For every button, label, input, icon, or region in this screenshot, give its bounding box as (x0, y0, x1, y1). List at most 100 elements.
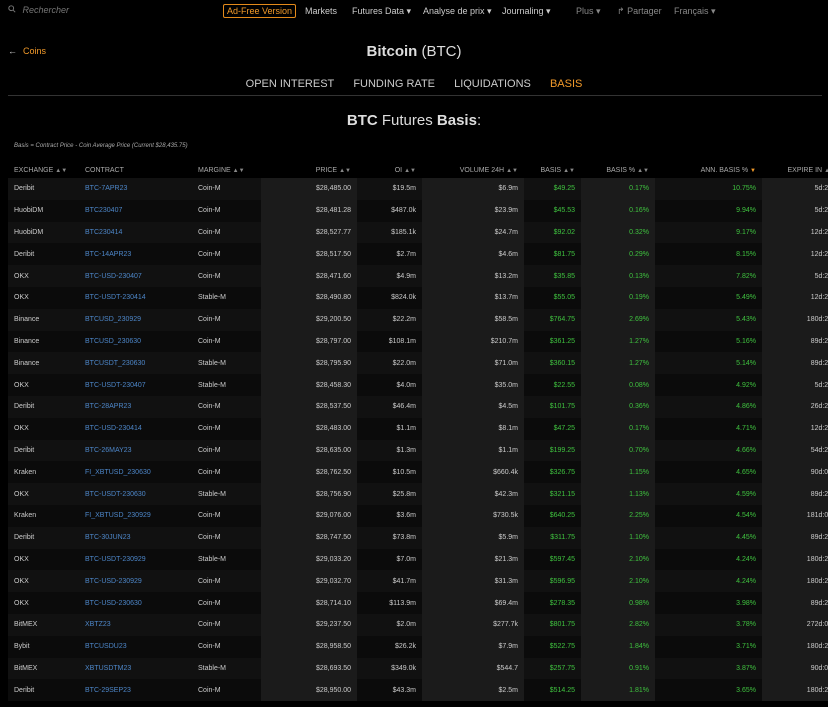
table-row: Deribit BTC-29SEP23 Coin-M $28,950.00 $43.3m… (8, 679, 828, 702)
cell-expire-in: 180d:21h (762, 679, 828, 702)
tab-open-interest[interactable]: OPEN INTEREST (246, 78, 335, 90)
cell-exchange: BitMEX (8, 657, 79, 680)
cell-volume-24h: $5.9m (422, 526, 524, 549)
tab-liquidations[interactable]: LIQUIDATIONS (454, 78, 531, 90)
cell-ann-basis-pct: 4.24% (655, 570, 762, 593)
column-header-contract[interactable]: CONTRACT (79, 163, 192, 178)
cell-contract[interactable]: BTC-30JUN23 (79, 526, 192, 549)
column-header-volume-24h[interactable]: VOLUME 24H ▲▼ (422, 163, 524, 178)
cell-expire-in: 89d:21h (762, 483, 828, 505)
nav-analyse-de-prix[interactable]: Analyse de prix ▾ (423, 6, 492, 17)
cell-contract[interactable]: BTC-USDT-230414 (79, 286, 192, 309)
cell-contract[interactable]: XBTZ23 (79, 613, 192, 636)
cell-margine: Stable-M (192, 548, 261, 571)
cell-contract[interactable]: FI_XBTUSD_230630 (79, 461, 192, 484)
column-header-ann-basis-pct[interactable]: ANN. BASIS % ▼ (655, 163, 762, 178)
share-button[interactable]: ↱ Partager (617, 6, 662, 17)
cell-basis: $326.75 (524, 461, 581, 484)
nav-markets[interactable]: Markets (305, 6, 337, 16)
cell-oi: $4.0m (357, 374, 422, 396)
column-header-margine[interactable]: MARGINE ▲▼ (192, 163, 261, 178)
cell-exchange: HuobiDM (8, 221, 79, 244)
cell-price: $28,795.90 (261, 352, 357, 375)
cell-contract[interactable]: BTC-USD-230929 (79, 570, 192, 593)
cell-basis: $361.25 (524, 330, 581, 353)
column-header-expire-in[interactable]: EXPIRE IN▲▼ (762, 163, 828, 178)
tab-funding-rate[interactable]: FUNDING RATE (353, 78, 435, 90)
cell-basis-pct: 0.08% (581, 374, 655, 396)
cell-margine: Coin-M (192, 199, 261, 222)
cell-exchange: Binance (8, 330, 79, 353)
ad-free-button[interactable]: Ad-Free Version (223, 4, 297, 18)
cell-ann-basis-pct: 3.65% (655, 679, 762, 702)
cell-price: $28,537.50 (261, 395, 357, 418)
cell-volume-24h: $1.1m (422, 439, 524, 462)
sort-desc-icon: ▼ (750, 168, 756, 174)
cell-margine: Coin-M (192, 635, 261, 658)
cell-contract[interactable]: BTC-USD-230630 (79, 592, 192, 614)
cell-basis: $278.35 (524, 592, 581, 614)
column-header-exchange[interactable]: EXCHANGE ▲▼ (8, 163, 79, 178)
nav-plus[interactable]: Plus ▾ (576, 6, 601, 17)
table-header-row: EXCHANGE ▲▼ CONTRACT MARGINE ▲▼ PRICE ▲▼ OI… (8, 163, 828, 178)
cell-contract[interactable]: BTC230414 (79, 221, 192, 244)
cell-contract[interactable]: BTC-7APR23 (79, 178, 192, 200)
cell-exchange: Deribit (8, 243, 79, 266)
cell-expire-in: 272d:01h (762, 613, 828, 636)
cell-ann-basis-pct: 3.78% (655, 613, 762, 636)
share-label: Partager (627, 6, 662, 16)
sort-icon: ▲▼ (506, 168, 518, 174)
cell-oi: $2.7m (357, 243, 422, 266)
cell-contract[interactable]: BTC230407 (79, 199, 192, 222)
cell-basis-pct: 2.69% (581, 308, 655, 331)
language-selector[interactable]: Français ▾ (674, 6, 716, 17)
column-header-price[interactable]: PRICE ▲▼ (261, 163, 357, 178)
cell-contract[interactable]: BTCUSD_230929 (79, 308, 192, 331)
cell-contract[interactable]: BTC-USDT-230929 (79, 548, 192, 571)
cell-price: $28,471.60 (261, 265, 357, 287)
nav-journaling[interactable]: Journaling ▾ (502, 6, 551, 17)
cell-basis: $45.53 (524, 199, 581, 222)
tab-basis[interactable]: BASIS (550, 78, 582, 90)
table-row: OKX BTC-USDT-230407 Stable-M $28,458.30 $4.0… (8, 374, 828, 396)
cell-price: $28,635.00 (261, 439, 357, 462)
cell-price: $29,076.00 (261, 504, 357, 527)
nav-futures-data[interactable]: Futures Data ▾ (352, 6, 411, 17)
cell-exchange: OKX (8, 570, 79, 593)
cell-contract[interactable]: BTCUSDU23 (79, 635, 192, 658)
cell-basis: $55.05 (524, 286, 581, 309)
search-input[interactable]: Rechercher (23, 5, 70, 15)
cell-contract[interactable]: BTC-14APR23 (79, 243, 192, 266)
column-header-oi[interactable]: OI ▲▼ (357, 163, 422, 178)
cell-contract[interactable]: BTC-28APR23 (79, 395, 192, 418)
cell-price: $28,527.77 (261, 221, 357, 244)
cell-basis-pct: 0.17% (581, 178, 655, 200)
cell-exchange: OKX (8, 417, 79, 440)
cell-contract[interactable]: BTC-USDT-230630 (79, 483, 192, 505)
column-header-basis[interactable]: BASIS ▲▼ (524, 163, 581, 178)
cell-basis: $597.45 (524, 548, 581, 571)
cell-margine: Stable-M (192, 657, 261, 680)
cell-exchange: OKX (8, 265, 79, 287)
cell-contract[interactable]: BTCUSD_230630 (79, 330, 192, 353)
cell-contract[interactable]: BTC-USDT-230407 (79, 374, 192, 396)
cell-contract[interactable]: BTC-USD-230414 (79, 417, 192, 440)
cell-exchange: Deribit (8, 395, 79, 418)
search-box[interactable]: Rechercher (8, 5, 69, 15)
cell-expire-in: 54d:21h (762, 439, 828, 462)
sort-icon: ▲▼ (404, 168, 416, 174)
cell-contract[interactable]: BTC-29SEP23 (79, 679, 192, 702)
cell-contract[interactable]: BTC-26MAY23 (79, 439, 192, 462)
cell-ann-basis-pct: 5.43% (655, 308, 762, 331)
cell-contract[interactable]: BTCUSDT_230630 (79, 352, 192, 375)
cell-ann-basis-pct: 5.16% (655, 330, 762, 353)
cell-price: $28,950.00 (261, 679, 357, 702)
cell-contract[interactable]: XBTUSDTM23 (79, 657, 192, 680)
column-header-basis-pct[interactable]: BASIS % ▲▼ (581, 163, 655, 178)
cell-expire-in: 89d:21h (762, 330, 828, 353)
coin-symbol: (BTC) (421, 43, 462, 60)
cell-oi: $349.0k (357, 657, 422, 680)
cell-basis: $47.25 (524, 417, 581, 440)
cell-contract[interactable]: BTC-USD-230407 (79, 265, 192, 287)
cell-contract[interactable]: FI_XBTUSD_230929 (79, 504, 192, 527)
